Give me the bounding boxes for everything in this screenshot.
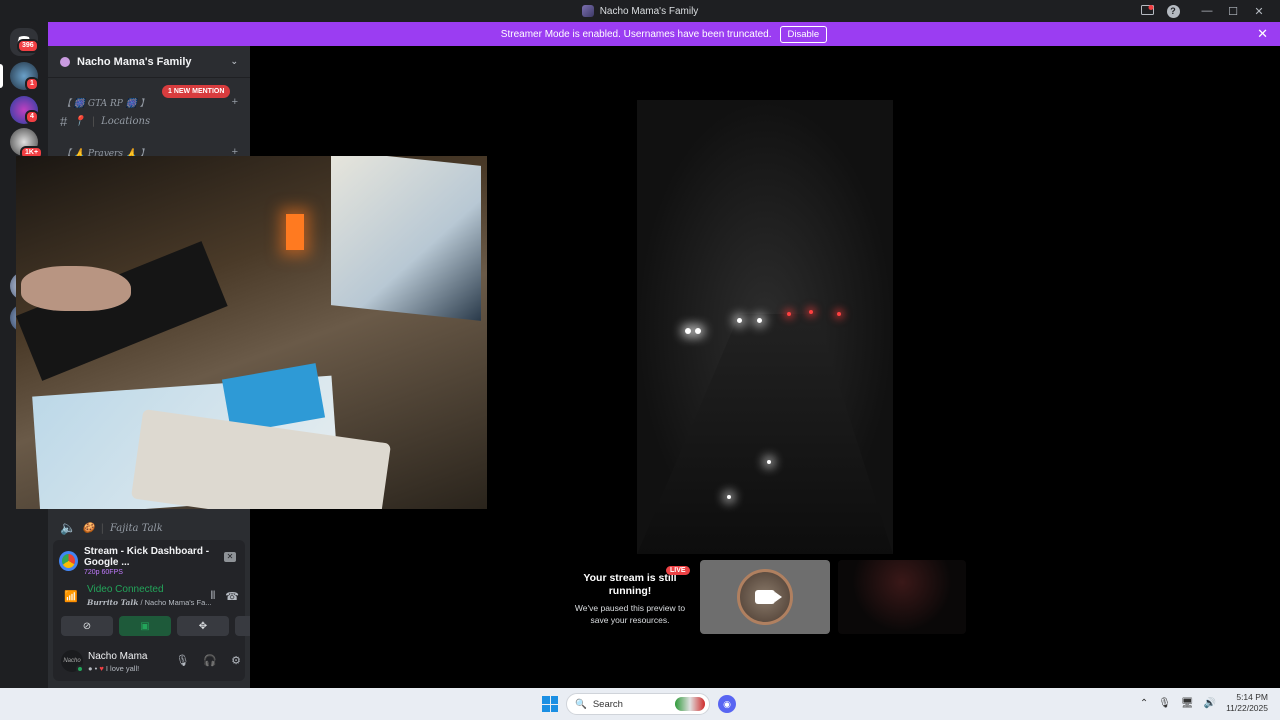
clock-date: 11/22/2025	[1226, 703, 1268, 713]
windows-taskbar: 🔍 Search ◉ ⌃ 🎙 🖥 🔊 5:14 PM 11/22/2025	[0, 688, 1280, 720]
noise-suppression-icon[interactable]: ⦀	[210, 590, 215, 603]
online-status-icon	[76, 665, 84, 673]
new-mention-badge[interactable]: 1 NEW MENTION	[162, 85, 231, 98]
avatar-text: Nacho	[63, 658, 81, 664]
streamer-mode-banner: Streamer Mode is enabled. Usernames have…	[48, 22, 1280, 46]
selected-indicator	[0, 64, 3, 88]
network-icon[interactable]: 🖥	[1181, 698, 1194, 709]
server-icon	[581, 5, 594, 17]
chevron-down-icon: ⌄	[230, 56, 238, 66]
server-name: Nacho Mama's Family	[77, 55, 192, 68]
voice-channel-path[interactable]: Burrito Talk / Nacho Mama's Fa...	[87, 598, 212, 607]
banner-close-icon[interactable]: ✕	[1257, 26, 1268, 42]
clock[interactable]: 5:14 PM 11/22/2025	[1226, 692, 1268, 714]
road-scene	[637, 314, 893, 554]
discord-taskbar-icon[interactable]: ◉	[718, 695, 736, 713]
voice-server-name: / Nacho Mama's Fa...	[138, 598, 212, 607]
search-placeholder: Search	[592, 698, 623, 710]
channel-locations[interactable]: # 📍 | Locations	[60, 114, 150, 129]
stream-quality: 720p 60FPS	[84, 569, 123, 576]
add-channel-icon[interactable]: +	[232, 96, 238, 108]
user-name[interactable]: Nacho Mama	[88, 651, 147, 662]
window-title: Nacho Mama's Family	[599, 5, 699, 17]
avatar[interactable]: Nacho	[61, 650, 84, 673]
chevron-up-icon[interactable]: ⌃	[1140, 698, 1148, 709]
participant-video-thumbnail[interactable]	[838, 560, 966, 634]
notice-title: Your stream is still running!	[583, 572, 677, 597]
headphones-icon[interactable]: 🎧	[203, 654, 217, 667]
channel-label: Locations	[101, 116, 151, 127]
help-icon: ?	[1166, 4, 1180, 18]
search-icon: 🔍	[575, 698, 587, 710]
video-camera-icon	[755, 590, 782, 604]
avatar	[737, 569, 793, 625]
inbox-icon[interactable]	[1134, 0, 1160, 22]
hashtag-icon: #	[60, 114, 68, 129]
clock-time: 5:14 PM	[1236, 692, 1268, 702]
channel-emoji: 📍	[73, 116, 86, 127]
signal-icon: 📶	[64, 591, 78, 603]
volume-icon[interactable]: 🔊	[1204, 698, 1216, 709]
server-badge-2: 4	[25, 110, 39, 124]
stop-stream-icon[interactable]: ✕	[224, 552, 236, 562]
user-panel: Nacho Nacho Mama ● • ♥ I love yall! 🎙 🎧 …	[61, 646, 241, 676]
stream-title: Stream - Kick Dashboard - Google ...	[84, 546, 210, 568]
banner-text: Streamer Mode is enabled. Usernames have…	[500, 28, 772, 40]
search-highlight-image	[675, 697, 705, 711]
activities-icon: ✥	[198, 620, 208, 632]
disconnect-icon[interactable]: ☎	[225, 590, 239, 603]
microphone-icon[interactable]: 🎙	[175, 654, 189, 667]
notice-subtitle: We've paused this preview to save your r…	[574, 603, 686, 625]
chrome-icon	[59, 551, 78, 571]
own-stream-thumbnail[interactable]	[700, 560, 830, 634]
speaker-icon: 🔈	[60, 520, 77, 535]
close-button[interactable]: ✕	[1246, 0, 1272, 22]
screen-share-icon: ▣	[140, 620, 150, 632]
server-badge-icon	[60, 56, 70, 67]
maximize-button[interactable]: ☐	[1220, 0, 1246, 22]
windows-start-icon[interactable]	[542, 696, 558, 712]
category-gta-rp[interactable]: 【 🎆 GTA RP 🎆 】	[62, 96, 149, 109]
voice-panel: Stream - Kick Dashboard - Google ... 720…	[53, 540, 287, 681]
settings-gear-icon[interactable]: ⚙	[231, 654, 241, 667]
channel-emoji: 🍪	[82, 522, 95, 534]
stream-paused-notice: Your stream is still running! We've paus…	[566, 572, 694, 626]
camera-off-button[interactable]: ⊘	[61, 616, 113, 636]
server-header[interactable]: Nacho Mama's Family ⌄	[48, 46, 250, 78]
main-video-tile[interactable]	[637, 100, 893, 554]
server-badge-1: 1	[25, 77, 39, 91]
video-connected-label[interactable]: Video Connected	[87, 584, 164, 595]
stream-info[interactable]: Stream - Kick Dashboard - Google ... 720…	[59, 546, 245, 576]
channel-label: Fajita Talk	[110, 522, 163, 534]
home-badge: 396	[17, 39, 39, 53]
help-button[interactable]: ?	[1160, 0, 1186, 22]
minimize-button[interactable]: —	[1194, 0, 1220, 22]
live-badge: LIVE	[666, 566, 690, 575]
user-status-text: I love yall!	[105, 664, 140, 673]
voice-channel-name: Burrito Talk	[87, 598, 139, 607]
title-bar: Nacho Mama's Family ? — ☐ ✕	[0, 0, 1280, 22]
activities-button[interactable]: ✥	[177, 616, 229, 636]
floating-stream-video[interactable]	[16, 156, 487, 509]
user-status: ● • ♥ I love yall!	[88, 664, 140, 673]
disable-button[interactable]: Disable	[779, 25, 828, 43]
taskbar-search[interactable]: 🔍 Search	[566, 693, 710, 715]
microphone-tray-icon[interactable]: 🎙	[1158, 698, 1171, 709]
camera-off-icon: ⊘	[82, 620, 92, 632]
channel-fajita-talk[interactable]: 🔈 🍪 | Fajita Talk	[60, 520, 163, 536]
screen-share-button[interactable]: ▣	[119, 616, 171, 636]
